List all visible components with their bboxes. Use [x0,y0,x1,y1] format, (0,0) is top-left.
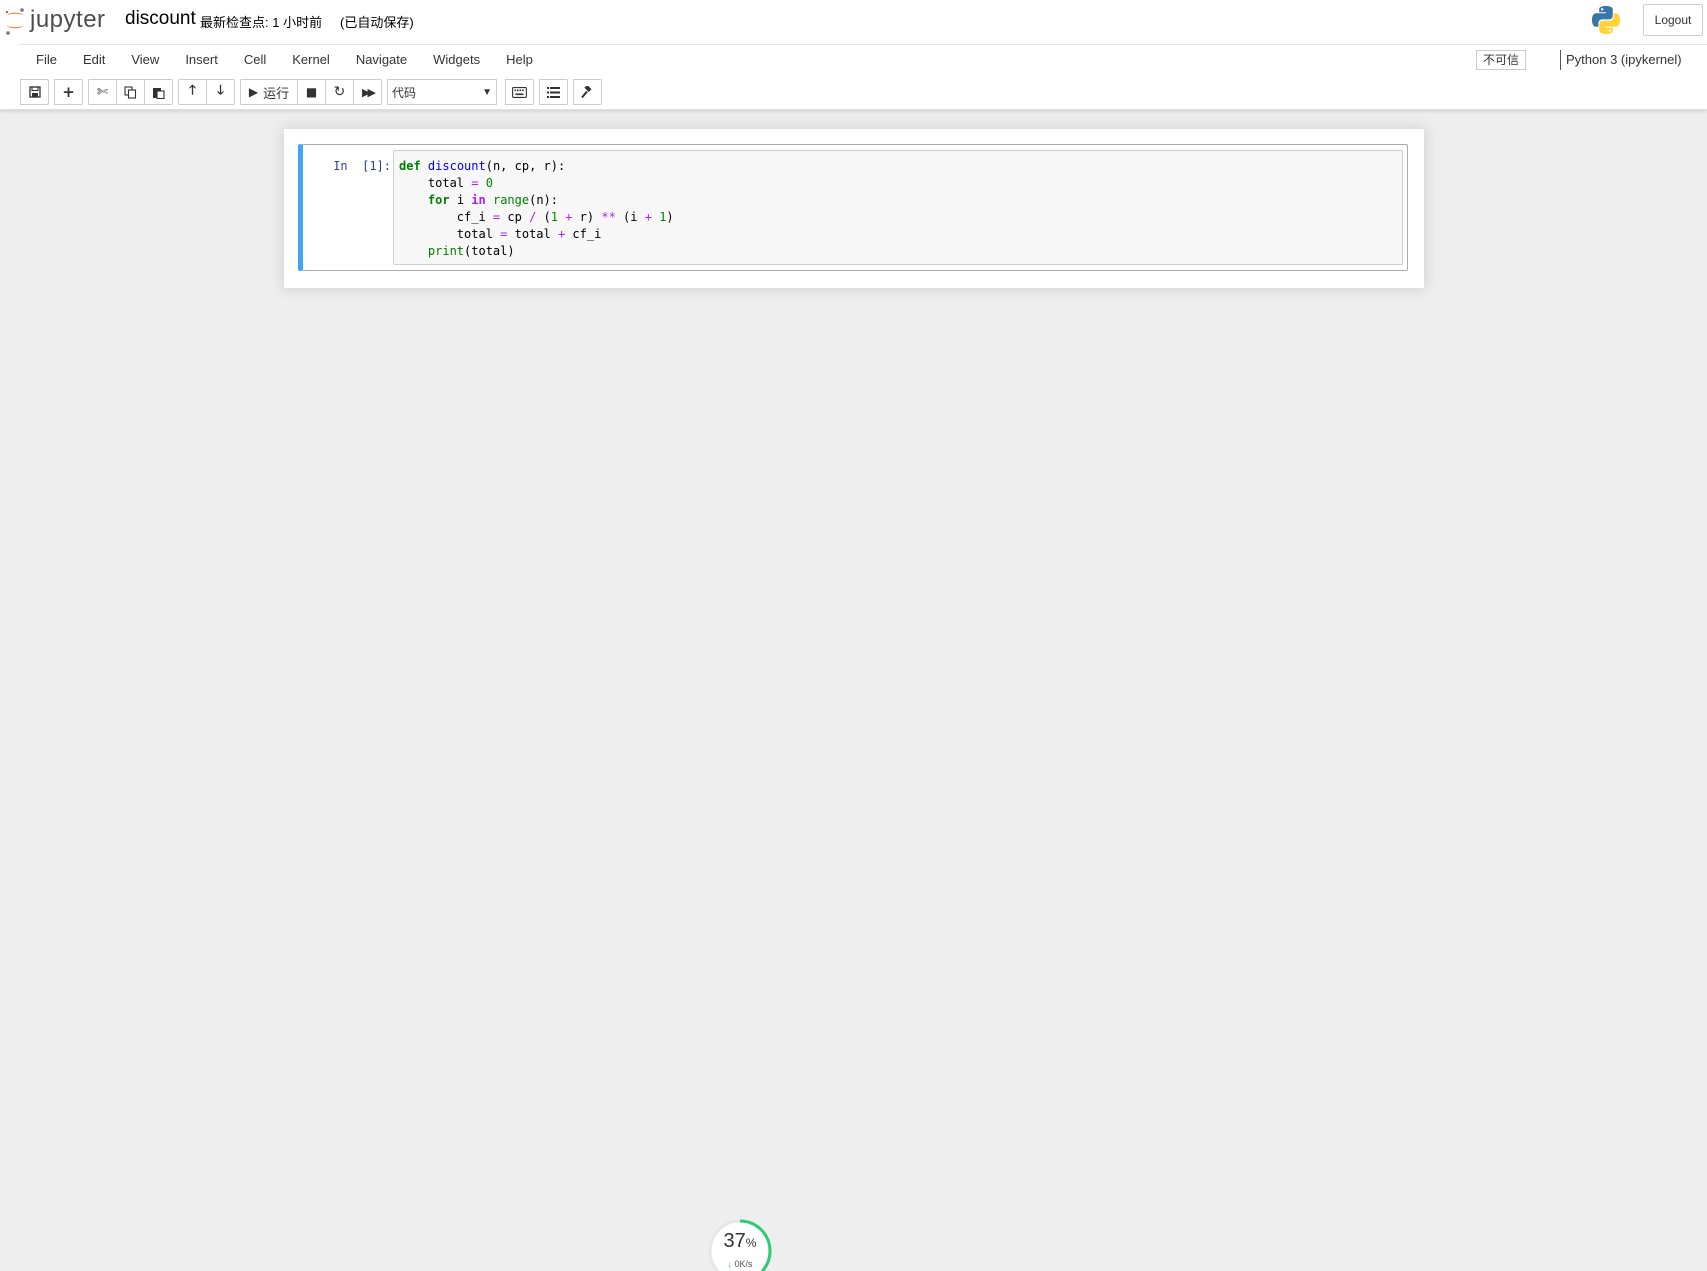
restart-icon: ↻ [333,84,346,100]
code-line: def discount(n, cp, r): [399,159,566,173]
list-icon [547,86,560,98]
notebook-container: In [1]: def discount(n, cp, r): total = … [284,129,1424,288]
stop-icon: ■ [305,85,318,99]
jupyter-logo-icon [5,8,24,35]
menu-edit[interactable]: Edit [70,45,118,75]
save-group [20,79,49,105]
move-down-button[interactable]: 🡓 [206,79,235,105]
cell-type-value: 代码 [392,85,417,100]
python-logo-icon [1592,6,1620,35]
autosave-status: (已自动保存) [340,15,414,30]
logout-button[interactable]: Logout [1643,4,1703,36]
trust-badge[interactable]: 不可信 [1476,50,1527,70]
command-palette-button[interactable] [505,79,534,105]
header: jupyter discount 最新检查点: 1 小时前 (已自动保存) Lo… [0,0,1707,110]
code-line: cf_i = cp / (1 + r) ** (i + 1) [399,210,674,224]
copy-button[interactable] [116,79,145,105]
plus-icon: + [62,83,75,101]
save-icon [28,86,41,98]
toolbar: + ✄ 🡑 🡓 ▶ 运行 ■ ↻ ▶▶ 代码 ▼ [20,79,607,105]
logo-text: jupyter [30,6,106,33]
run-label: 运行 [263,86,290,102]
scissors-icon: ✄ [97,84,108,100]
top-bar: jupyter discount 最新检查点: 1 小时前 (已自动保存) Lo… [0,0,1707,44]
cut-button[interactable]: ✄ [88,79,117,105]
code-editor[interactable]: def discount(n, cp, r): total = 0 for i … [393,150,1403,265]
checkpoint-status: 最新检查点: 1 小时前 [200,15,323,30]
move-up-button[interactable]: 🡑 [178,79,207,105]
run-button[interactable]: ▶ 运行 [240,79,298,105]
arrow-down-icon: 🡓 [217,83,224,98]
menu-view[interactable]: View [118,45,172,75]
menu-help[interactable]: Help [493,45,546,75]
paste-icon [153,87,165,99]
insert-cell-button[interactable]: + [54,79,83,105]
tools-group [573,79,602,105]
gavel-icon [581,85,592,98]
copy-icon [124,85,137,99]
code-line: total = 0 [399,176,493,190]
menu-navigate[interactable]: Navigate [343,45,420,75]
insert-group: + [54,79,83,105]
menu-file[interactable]: File [20,45,70,75]
speed-rate: ↓ 0K/s [727,1259,753,1269]
menu-kernel[interactable]: Kernel [279,45,343,75]
toc-button[interactable] [539,79,568,105]
input-prompt: In [1]: [333,159,391,173]
restart-button[interactable]: ↻ [325,79,354,105]
menu-insert[interactable]: Insert [172,45,231,75]
menu-cell[interactable]: Cell [231,45,279,75]
play-icon: ▶ [248,85,259,99]
toc-group [539,79,568,105]
chevron-down-icon: ▼ [482,86,492,98]
arrow-up-icon: 🡑 [189,83,196,98]
menubar: File Edit View Insert Cell Kernel Naviga… [20,44,1707,74]
network-speed-widget[interactable]: 37% ↓ 0K/s [707,1218,773,1271]
notebook-name[interactable]: discount [125,8,196,30]
menu-widgets[interactable]: Widgets [420,45,493,75]
restart-run-all-button[interactable]: ▶▶ [353,79,382,105]
save-button[interactable] [20,79,49,105]
download-arrow-icon: ↓ [727,1259,732,1269]
edit-group: ✄ [88,79,173,105]
cell-type-select[interactable]: 代码 ▼ [387,79,497,105]
run-group: ▶ 运行 ■ ↻ ▶▶ [240,79,382,105]
keyboard-icon [512,86,527,98]
shortcuts-group [505,79,534,105]
code-line: total = total + cf_i [399,227,602,241]
fast-forward-icon: ▶▶ [362,85,376,99]
speed-percent: 37% [723,1230,757,1252]
gavel-button[interactable] [573,79,602,105]
jupyter-logo[interactable]: jupyter [4,4,106,38]
paste-button[interactable] [144,79,173,105]
interrupt-button[interactable]: ■ [297,79,326,105]
code-line: print(total) [427,244,515,258]
code-line: for i in range(n): [427,193,558,207]
move-group: 🡑 🡓 [178,79,235,105]
kernel-name: Python 3 (ipykernel) [1560,50,1682,70]
code-cell[interactable]: In [1]: def discount(n, cp, r): total = … [298,144,1408,271]
